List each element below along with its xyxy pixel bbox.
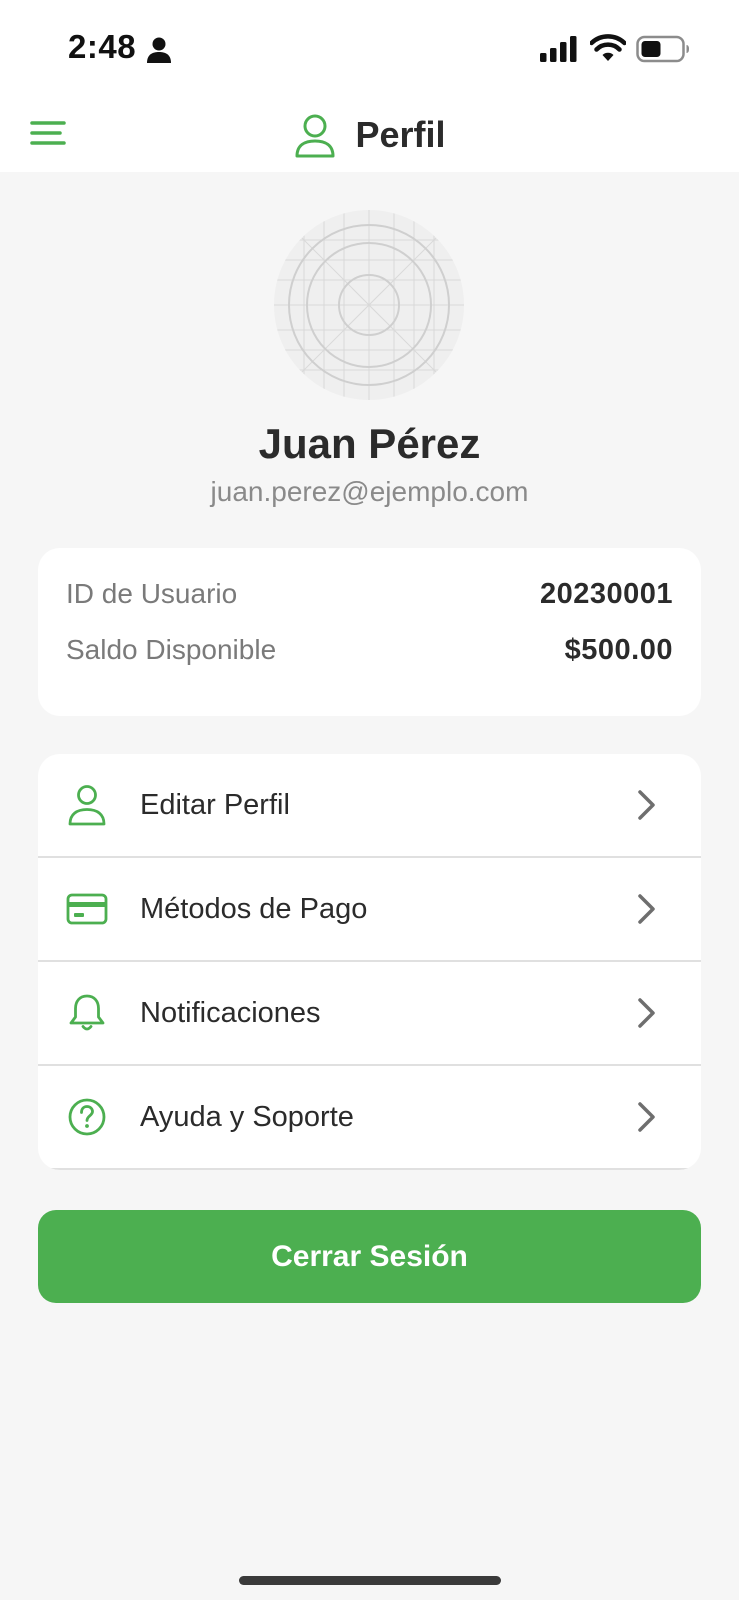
avatar (274, 210, 464, 400)
credit-card-icon (66, 893, 108, 925)
menu-button[interactable] (30, 114, 70, 154)
menu-item-payment-methods[interactable]: Métodos de Pago (38, 858, 701, 962)
profile-name: Juan Pérez (258, 420, 481, 467)
chevron-right-icon (638, 998, 655, 1028)
status-bar: 2:48 (0, 0, 739, 98)
avatar-placeholder-icon (274, 210, 464, 400)
wifi-icon (590, 34, 626, 61)
menu-item-edit-profile[interactable]: Editar Perfil (38, 754, 701, 858)
battery-icon (636, 35, 689, 63)
app-header: Perfil (0, 98, 739, 172)
account-info-card: ID de Usuario 20230001 Saldo Disponible … (38, 548, 701, 716)
user-icon (68, 785, 106, 826)
home-indicator (239, 1576, 501, 1585)
settings-menu: Editar Perfil Métodos de Pago Notificaci… (38, 754, 701, 1170)
chevron-right-icon (638, 1102, 655, 1132)
menu-item-help-support[interactable]: Ayuda y Soporte (38, 1066, 701, 1170)
logout-button[interactable]: Cerrar Sesión (38, 1210, 701, 1303)
top-bar: 2:48 Perfil (0, 0, 739, 172)
page-title: Perfil (355, 114, 446, 155)
menu-item-notifications[interactable]: Notificaciones (38, 962, 701, 1066)
bell-icon (69, 994, 105, 1031)
balance-value: $500.00 (564, 633, 673, 666)
balance-row: Saldo Disponible $500.00 (66, 630, 673, 670)
user-id-value: 20230001 (539, 577, 673, 610)
balance-label: Saldo Disponible (66, 634, 277, 665)
menu-item-label: Notificaciones (140, 996, 321, 1029)
user-id-label: ID de Usuario (66, 578, 238, 609)
user-id-row: ID de Usuario 20230001 (66, 574, 673, 614)
status-time: 2:48 (68, 28, 137, 65)
menu-item-label: Editar Perfil (140, 788, 290, 821)
chevron-right-icon (638, 790, 655, 820)
profile-email: juan.perez@ejemplo.com (210, 476, 529, 507)
chevron-right-icon (638, 894, 655, 924)
hamburger-menu-icon (30, 121, 66, 145)
user-icon (295, 114, 335, 158)
menu-item-label: Ayuda y Soporte (140, 1100, 354, 1133)
help-circle-icon (68, 1098, 106, 1136)
cellular-signal-icon (540, 36, 577, 62)
menu-item-label: Métodos de Pago (140, 892, 368, 925)
header-title-group: Perfil (0, 98, 739, 172)
person-icon (147, 37, 171, 63)
